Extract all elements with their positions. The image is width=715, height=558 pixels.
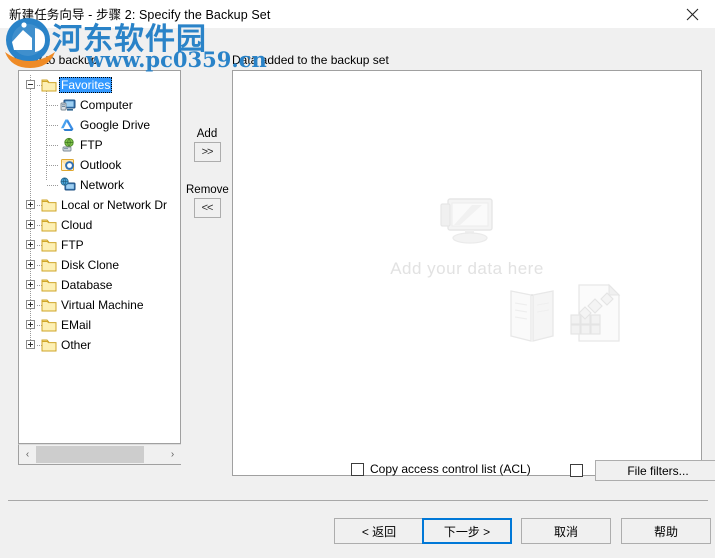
folder-icon (41, 337, 57, 353)
tree-connector-line (47, 105, 59, 106)
options-row: Copy access control list (ACL) File filt… (232, 456, 715, 484)
add-button[interactable]: >> (193, 142, 221, 162)
tree-node-virtual-machine[interactable]: Virtual Machine (19, 295, 181, 315)
scroll-right-arrow-icon[interactable]: › (164, 445, 181, 464)
ftp-icon (60, 137, 76, 153)
expand-icon[interactable] (26, 340, 35, 349)
help-button[interactable]: 帮助 (621, 518, 711, 544)
tree-node-label: Google Drive (80, 118, 151, 132)
tree-node-label: Disk Clone (61, 258, 120, 272)
computer-icon (60, 97, 76, 113)
tree-node-label: Favorites (59, 77, 113, 93)
backup-set-list[interactable]: Add your data here (232, 70, 702, 476)
file-filters-option: File filters... (570, 460, 715, 481)
tree-node-ftp[interactable]: FTP (19, 135, 181, 155)
tree-node-label: FTP (61, 238, 84, 252)
tree-node-label: EMail (61, 318, 92, 332)
title-bar: 新建任务向导 - 步骤 2: Specify the Backup Set (0, 0, 715, 28)
expand-icon[interactable] (26, 220, 35, 229)
folder-icon (41, 77, 57, 93)
dialog-body: What to backup Data added to the backup … (0, 28, 715, 558)
expand-icon[interactable] (26, 240, 35, 249)
tree-connector-line (47, 165, 59, 166)
tree-node-database[interactable]: Database (19, 275, 181, 295)
what-to-backup-label: What to backup (14, 53, 98, 67)
open-folder-icon (507, 285, 559, 352)
tree-node-other[interactable]: Other (19, 335, 181, 355)
scroll-left-arrow-icon[interactable]: ‹ (19, 445, 36, 464)
tree-node-disk-clone[interactable]: Disk Clone (19, 255, 181, 275)
folder-icon (41, 237, 57, 253)
documents-icon (565, 281, 627, 352)
tree-node-label: Cloud (61, 218, 93, 232)
scrollbar-track[interactable] (36, 445, 164, 464)
tree-node-label: Virtual Machine (61, 298, 144, 312)
tree-node-google-drive[interactable]: Google Drive (19, 115, 181, 135)
remove-caption: Remove (186, 184, 229, 196)
google-drive-icon (60, 117, 76, 133)
footer-buttons: < 返回 下一步 > 取消 帮助 (0, 518, 715, 558)
tree-node-network[interactable]: Network (19, 175, 181, 195)
expand-icon[interactable] (26, 260, 35, 269)
copy-acl-checkbox[interactable] (351, 462, 364, 476)
expand-icon[interactable] (26, 200, 35, 209)
copy-acl-option[interactable]: Copy access control list (ACL) (351, 462, 531, 476)
tree-connector-line (47, 125, 59, 126)
tree-node-email[interactable]: EMail (19, 315, 181, 335)
expand-icon[interactable] (26, 320, 35, 329)
expand-icon[interactable] (26, 300, 35, 309)
close-icon[interactable] (669, 0, 715, 28)
tree-node-label: Local or Network Dr (61, 198, 168, 212)
file-filters-checkbox[interactable] (570, 464, 583, 477)
outlook-icon (60, 157, 76, 173)
tree-node-label: Computer (80, 98, 133, 112)
remove-button[interactable]: << (193, 198, 221, 218)
empty-state-placeholder: Add your data here (233, 71, 701, 475)
placeholder-text: Add your data here (390, 258, 544, 278)
tree-node-cloud[interactable]: Cloud (19, 215, 181, 235)
tree-node-label: Outlook (80, 158, 122, 172)
tree-node-label: Other (61, 338, 92, 352)
folder-icon (41, 217, 57, 233)
collapse-icon[interactable] (26, 80, 35, 89)
folder-icon (41, 297, 57, 313)
tree-node-favorites[interactable]: Favorites (19, 75, 181, 95)
tree-node-label: FTP (80, 138, 103, 152)
monitor-icon (436, 196, 498, 253)
transfer-controls: Add >> Remove << (186, 128, 229, 240)
file-filters-button[interactable]: File filters... (595, 460, 715, 481)
tree-node-ftp[interactable]: FTP (19, 235, 181, 255)
window-title: 新建任务向导 - 步骤 2: Specify the Backup Set (9, 8, 271, 22)
add-caption: Add (196, 128, 218, 140)
tree-node-outlook[interactable]: Outlook (19, 155, 181, 175)
footer-separator (8, 500, 708, 501)
folder-icon (41, 197, 57, 213)
backup-set-label: Data added to the backup set (232, 53, 389, 67)
folder-icon (41, 277, 57, 293)
tree-connector-line (47, 145, 59, 146)
next-button[interactable]: 下一步 > (422, 518, 512, 544)
backup-wizard-window: 新建任务向导 - 步骤 2: Specify the Backup Set Wh… (0, 0, 715, 558)
expand-icon[interactable] (26, 280, 35, 289)
tree-node-computer[interactable]: Computer (19, 95, 181, 115)
tree-horizontal-scrollbar[interactable]: ‹ › (18, 444, 181, 465)
source-tree[interactable]: Favorites Computer Google Drive FTP Outlook N… (18, 70, 181, 444)
back-button[interactable]: < 返回 (334, 518, 424, 544)
tree-node-label: Network (80, 178, 125, 192)
placeholder-graphics-row (302, 281, 632, 351)
folder-icon (41, 317, 57, 333)
scrollbar-thumb[interactable] (36, 446, 144, 463)
tree-node-label: Database (61, 278, 113, 292)
folder-icon (41, 257, 57, 273)
tree-node-local-or-network-dr[interactable]: Local or Network Dr (19, 195, 181, 215)
tree-connector-line (47, 185, 59, 186)
cancel-button[interactable]: 取消 (521, 518, 611, 544)
tree-panel-right-border (180, 70, 181, 465)
copy-acl-label: Copy access control list (ACL) (370, 462, 531, 476)
network-icon (60, 177, 76, 193)
